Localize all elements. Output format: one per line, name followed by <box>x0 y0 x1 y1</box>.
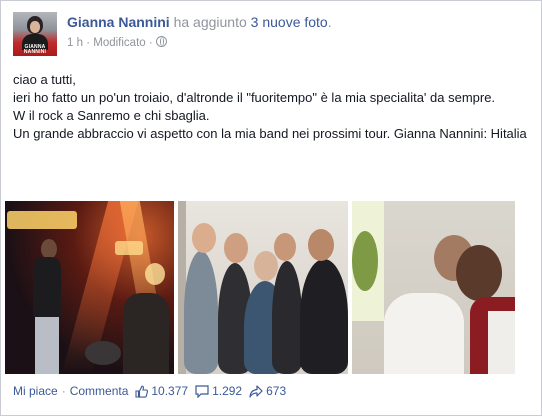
person-head <box>254 251 278 281</box>
author-link[interactable]: Gianna Nannini <box>67 14 170 30</box>
person-head <box>192 223 216 253</box>
post-card: GIANNA NANNINI Gianna Nannini ha aggiunt… <box>0 0 542 416</box>
person-head <box>274 233 296 261</box>
action-separator: · <box>61 384 66 398</box>
meta-separator: · <box>86 37 91 49</box>
likes-count[interactable]: 10.377 <box>151 384 188 398</box>
person-head <box>308 229 334 261</box>
person <box>300 259 348 374</box>
guitarist <box>123 293 169 374</box>
post-message: ciao a tutti, ieri ho fatto un po'un tro… <box>13 71 528 143</box>
shares-count[interactable]: 673 <box>266 384 286 398</box>
avatar[interactable]: GIANNA NANNINI <box>13 12 57 56</box>
man-shirt <box>384 293 464 374</box>
post-actions: Mi piace · Commenta 10.377 1.292 673 <box>13 384 293 398</box>
photo-concert[interactable] <box>5 201 174 374</box>
photo-kiss[interactable] <box>352 201 515 374</box>
singer-body <box>33 257 61 317</box>
stage-light <box>145 263 165 285</box>
comment-bubble-icon[interactable] <box>195 384 209 398</box>
woman-head <box>456 245 502 301</box>
plant <box>352 231 378 291</box>
person-head <box>224 233 248 263</box>
photo-group[interactable] <box>178 201 348 374</box>
comments-count[interactable]: 1.292 <box>212 384 242 398</box>
person <box>272 261 302 374</box>
message-line: W il rock a Sanremo e chi sbaglia. <box>13 108 210 123</box>
action-text: ha aggiunto <box>173 14 247 30</box>
woman-collar <box>488 311 515 374</box>
singer-head <box>41 239 57 259</box>
message-line: ieri ho fatto un po'un troiaio, d'altron… <box>13 90 496 105</box>
message-line: ciao a tutti, <box>13 72 76 87</box>
timestamp-link[interactable]: 1 h <box>67 37 83 49</box>
post-title: Gianna Nannini ha aggiunto 3 nuove foto. <box>67 14 332 30</box>
share-arrow-icon[interactable] <box>249 384 263 398</box>
edited-link[interactable]: Modificato <box>93 37 145 49</box>
post-meta: 1 h · Modificato · <box>67 36 167 49</box>
singer-legs <box>35 317 59 374</box>
globe-icon[interactable] <box>155 36 167 47</box>
avatar-face <box>30 21 40 33</box>
meta-separator-2: · <box>148 37 153 49</box>
stage-light <box>115 241 143 255</box>
photos-link[interactable]: 3 nuove foto <box>251 14 328 30</box>
title-period: . <box>327 14 332 30</box>
person <box>184 251 218 374</box>
stage-light <box>7 211 77 229</box>
comment-link[interactable]: Commenta <box>70 384 129 398</box>
like-link[interactable]: Mi piace <box>13 384 58 398</box>
drum-kit <box>85 341 121 365</box>
message-line: Un grande abbraccio vi aspetto con la mi… <box>13 126 527 141</box>
avatar-logo-text: GIANNA NANNINI <box>23 44 47 55</box>
thumbs-up-icon[interactable] <box>135 385 149 398</box>
